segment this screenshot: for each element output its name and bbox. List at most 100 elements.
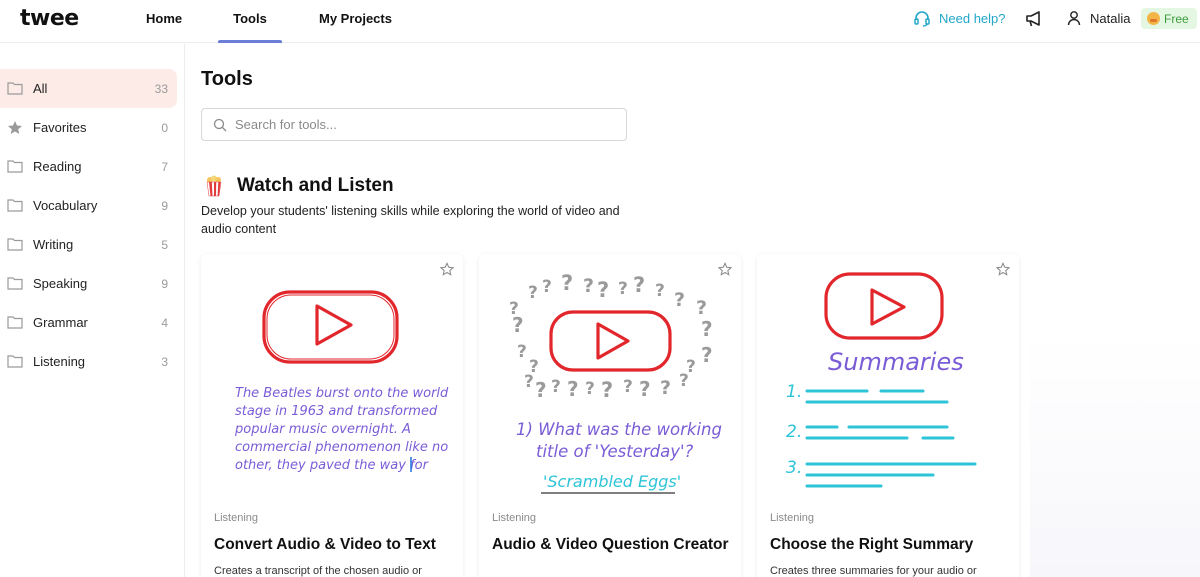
card-title: Convert Audio & Video to Text [214,536,436,553]
svg-text:?: ? [517,342,527,362]
svg-text:?: ? [618,279,628,299]
background-fade [1030,330,1200,577]
svg-text:?: ? [701,343,713,367]
art-line: other, they paved the way for [235,458,430,473]
card-description: Creates three summaries for your audio o… [770,565,977,577]
svg-text:?: ? [660,377,671,399]
svg-text:?: ? [585,379,595,399]
section-title: Watch and Listen [237,175,394,196]
art-question: title of 'Yesterday'? [536,442,693,461]
search-box[interactable] [201,108,627,141]
logo[interactable]: twee [20,6,79,31]
help-link[interactable]: Need help? [913,10,1006,27]
sidebar-item-label: Speaking [33,276,88,291]
folder-icon [7,316,23,329]
svg-text:?: ? [679,371,689,391]
popcorn-icon [206,175,222,197]
svg-text:?: ? [528,283,538,303]
favorite-star-icon[interactable] [440,262,454,276]
svg-text:?: ? [655,281,665,301]
tool-card-question-creator[interactable]: ??? ??? ??? ??? ??? ??? ??? ??? ??? 1) W… [479,254,741,577]
sidebar-item-count: 9 [161,198,168,213]
art-line: The Beatles burst onto the world [235,386,449,401]
nav-home[interactable]: Home [146,11,182,43]
svg-text:?: ? [674,289,685,311]
card-title: Audio & Video Question Creator [492,536,729,553]
sidebar-item-label: Vocabulary [33,198,98,213]
search-input[interactable] [235,117,605,132]
folder-icon [7,199,23,212]
folder-icon [7,160,23,173]
sidebar-item-count: 3 [161,354,168,369]
svg-text:?: ? [701,317,713,341]
art-answer: 'Scrambled Eggs' [543,472,681,491]
card-title: Choose the Right Summary [770,536,974,553]
card-category: Listening [214,512,259,524]
nav-tools[interactable]: Tools [218,11,282,43]
hugging-face-icon [1147,12,1160,25]
megaphone-icon [1026,11,1040,27]
svg-text:?: ? [524,372,534,392]
user-name: Natalia [1090,10,1131,26]
svg-text:?: ? [542,277,552,297]
card-illustration: ??? ??? ??? ??? ??? ??? ??? ??? ??? 1) W… [509,271,722,494]
svg-text:?: ? [583,275,594,297]
sidebar-item-speaking[interactable]: Speaking 9 [0,264,177,303]
top-bar: twee Home Tools My Projects Need help? N… [0,0,1200,43]
svg-text:?: ? [597,278,609,302]
sidebar-item-count: 0 [161,120,168,135]
folder-icon [7,355,23,368]
sidebar-item-label: Favorites [33,120,87,135]
sidebar-item-label: Grammar [33,315,88,330]
folder-icon [7,238,23,251]
svg-text:?: ? [601,378,613,402]
plan-badge[interactable]: Free [1141,8,1197,29]
nav-my-projects[interactable]: My Projects [319,11,392,43]
card-description: Creates a transcript of the chosen audio… [214,565,422,577]
user-menu[interactable]: Natalia [1067,10,1130,26]
sidebar-item-grammar[interactable]: Grammar 4 [0,303,177,342]
svg-text:?: ? [561,271,573,295]
sidebar-item-label: Listening [33,354,86,369]
art-number: 2. [786,422,802,442]
sidebar: All 33 Favorites 0 Reading 7 Vocabulary … [0,44,185,577]
tool-card-choose-summary[interactable]: Summaries 1. 2. 3. Listening Choose the … [757,254,1019,577]
sidebar-item-label: Reading [33,159,82,174]
section-description: Develop your students' listening skills … [201,204,620,236]
art-heading: Summaries [828,348,964,376]
sidebar-item-vocabulary[interactable]: Vocabulary 9 [0,186,177,225]
svg-text:?: ? [551,377,561,397]
sidebar-item-count: 5 [161,237,168,252]
svg-text:?: ? [535,378,547,402]
sidebar-item-listening[interactable]: Listening 3 [0,342,177,381]
art-number: 3. [786,458,802,478]
art-line: popular music overnight. A [234,422,411,437]
favorite-star-icon[interactable] [718,262,732,276]
help-label: Need help? [939,11,1006,26]
card-illustration: The Beatles burst onto the world stage i… [234,290,449,473]
sidebar-item-all[interactable]: All 33 [0,69,177,108]
card-illustration: Summaries 1. 2. 3. [786,272,977,488]
art-line: stage in 1963 and transformed [235,404,438,419]
user-icon [1067,11,1081,26]
headset-icon [914,11,930,27]
sidebar-item-writing[interactable]: Writing 5 [0,225,177,264]
sidebar-item-favorites[interactable]: Favorites 0 [0,108,177,147]
plan-label: Free [1164,11,1189,26]
art-line: commercial phenomenon like no [235,440,448,455]
favorite-star-icon[interactable] [996,262,1010,276]
page-title: Tools [201,68,253,90]
sidebar-item-count: 33 [154,81,168,96]
art-question: 1) What was the working [516,420,722,439]
sidebar-item-label: All [33,81,48,96]
star-icon [8,121,22,134]
folder-icon [7,277,23,290]
tool-card-convert-audio-video[interactable]: The Beatles burst onto the world stage i… [201,254,463,577]
sidebar-item-label: Writing [33,237,74,252]
search-icon [213,118,227,131]
art-number: 1. [786,382,802,402]
section-header: Watch and Listen [205,175,394,197]
announcements-button[interactable] [1024,9,1044,34]
svg-text:?: ? [639,377,651,401]
sidebar-item-reading[interactable]: Reading 7 [0,147,177,186]
